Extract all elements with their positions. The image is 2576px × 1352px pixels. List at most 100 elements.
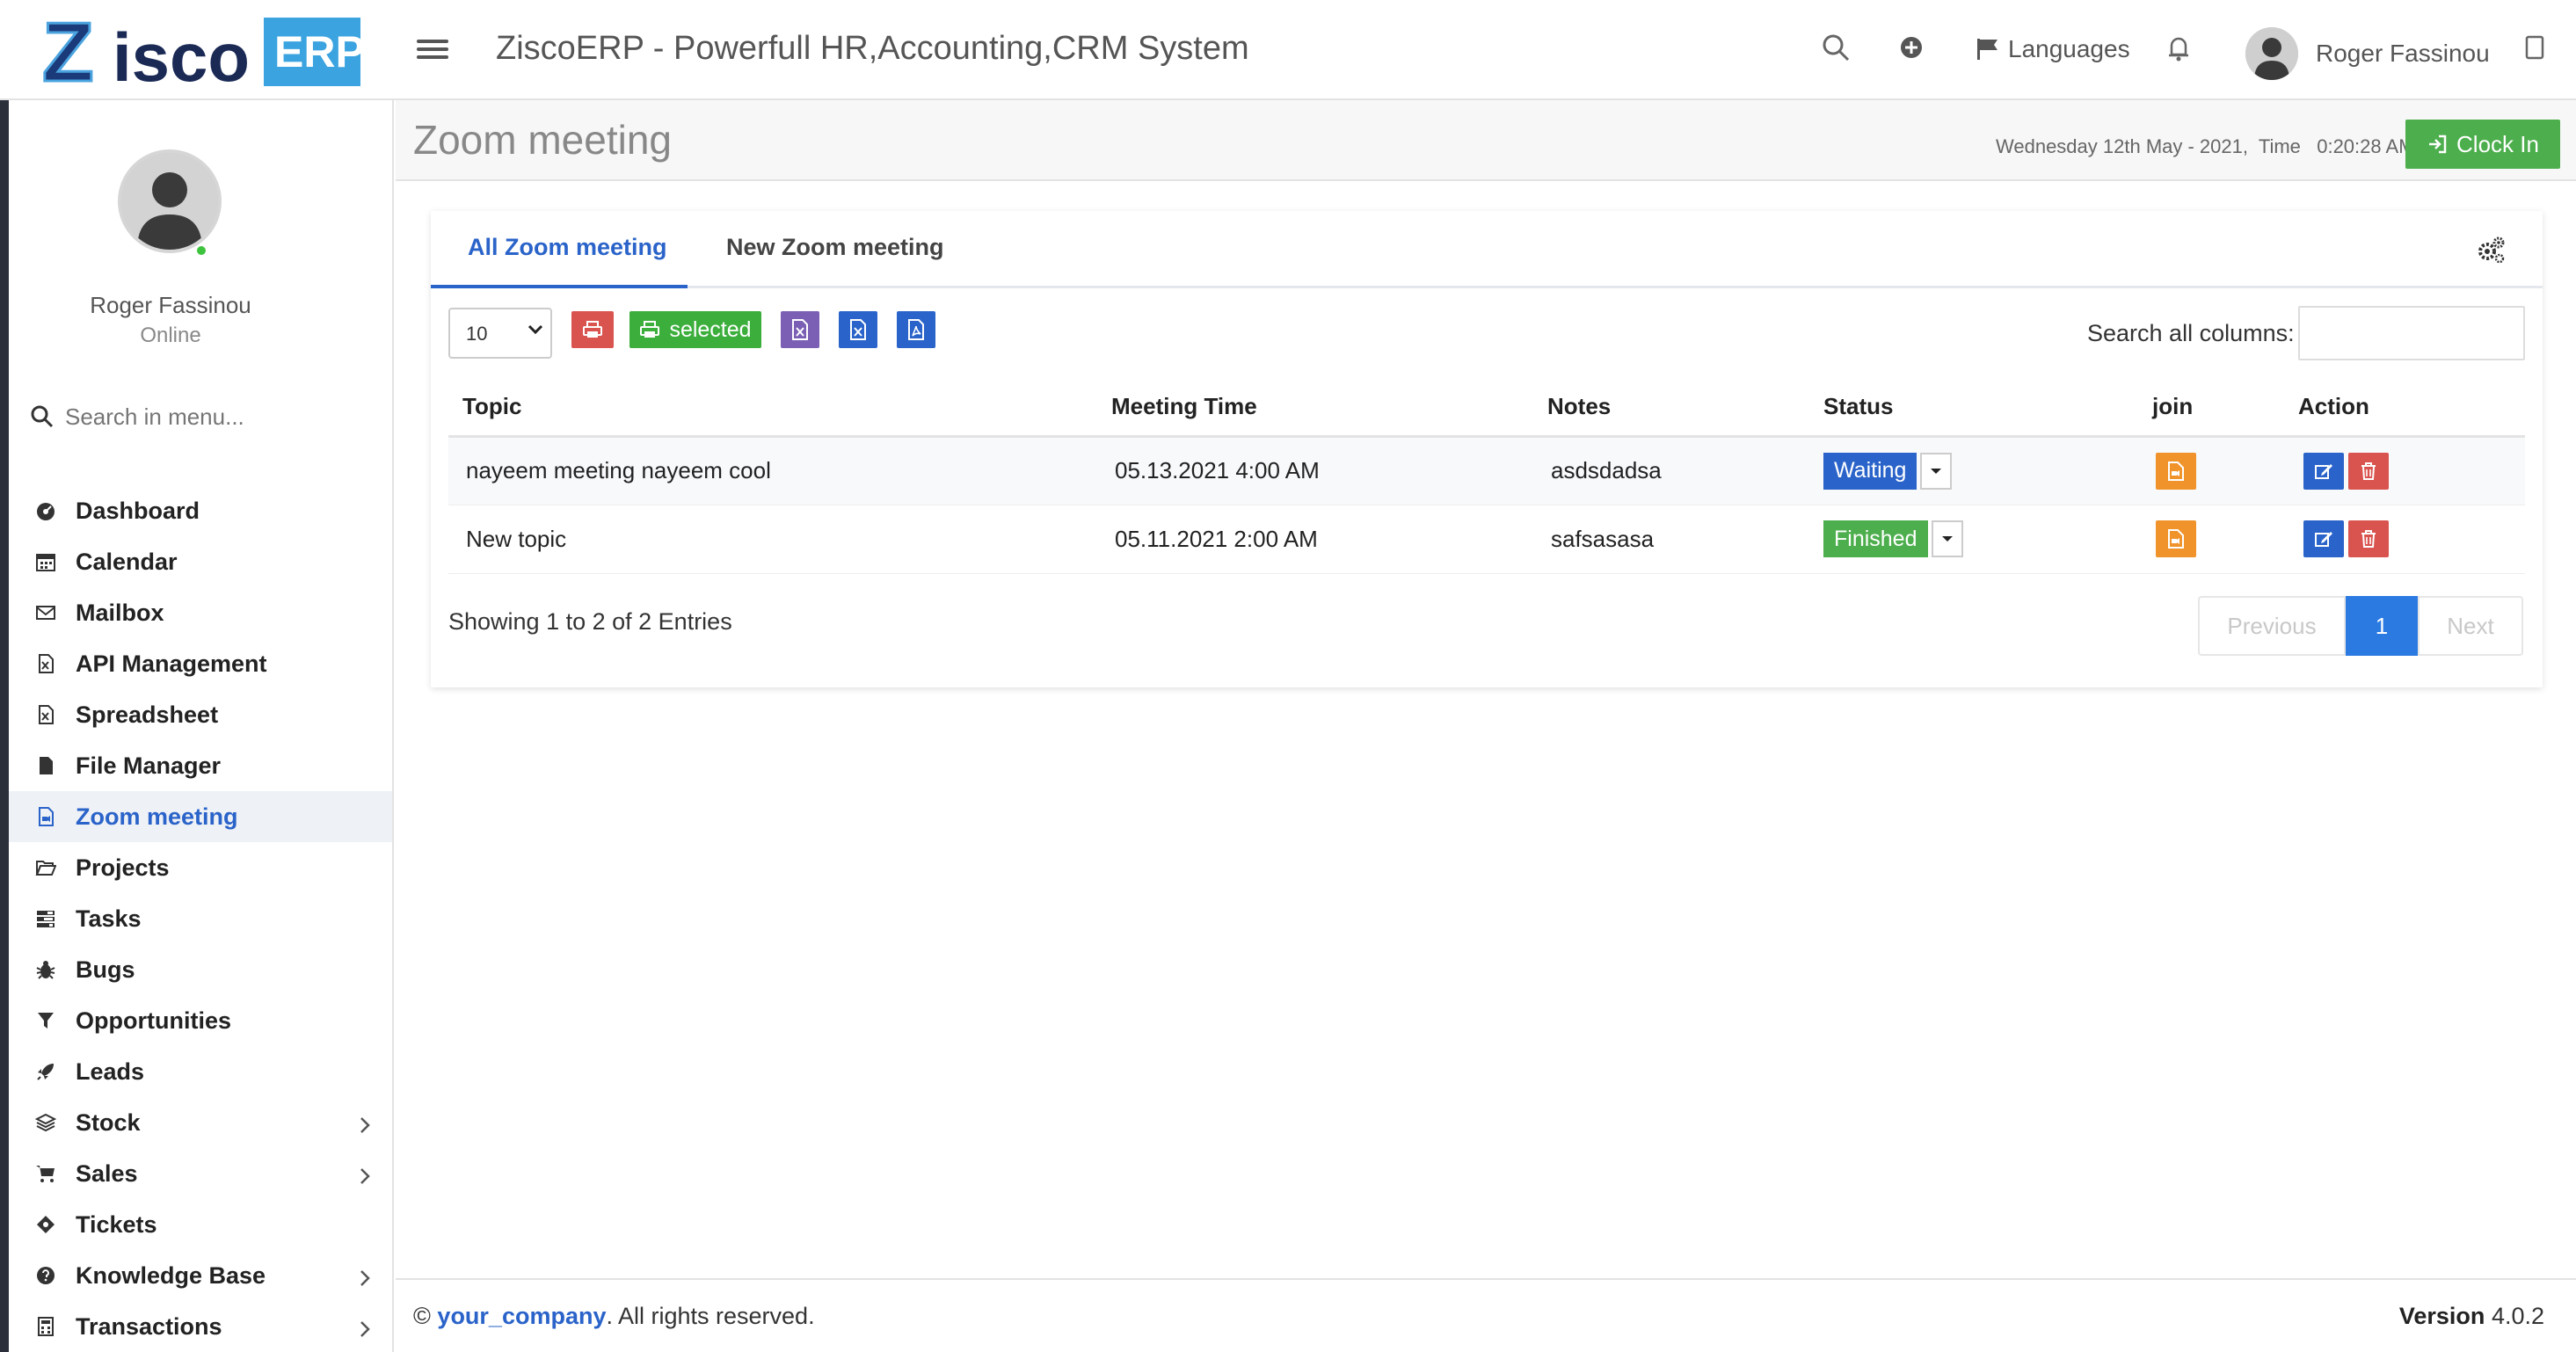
column-header-action[interactable]: Action [2298, 378, 2525, 438]
active-tab-indicator [431, 285, 688, 288]
calculator-icon [35, 1316, 56, 1337]
status-dropdown: Finished [1823, 520, 1963, 557]
sidebar-item-api-management[interactable]: API Management [9, 638, 392, 689]
page-size-select[interactable]: 10 [448, 308, 552, 359]
user-menu[interactable]: Roger Fassinou [2245, 26, 2490, 81]
sidebar-item-label: Transactions [76, 1312, 222, 1340]
calendar-icon [35, 551, 56, 572]
sidebar-item-spreadsheet[interactable]: Spreadsheet [9, 689, 392, 740]
menu-search-input[interactable] [65, 403, 346, 431]
pagination-previous[interactable]: Previous [2198, 596, 2346, 656]
tab-new-zoom-meeting[interactable]: New Zoom meeting [726, 234, 944, 261]
footer: © your_company. All rights reserved. Ver… [396, 1278, 2576, 1352]
cell-status: Finished [1823, 505, 2152, 574]
gears-icon[interactable] [2476, 234, 2507, 265]
clock-in-button[interactable]: Clock In [2405, 120, 2560, 169]
sidebar-item-bugs[interactable]: Bugs [9, 944, 392, 995]
svg-text:Z: Z [42, 11, 94, 91]
sidebar-item-leads[interactable]: Leads [9, 1046, 392, 1097]
sidebar-item-tasks[interactable]: Tasks [9, 893, 392, 944]
languages-menu[interactable]: Languages [1975, 32, 2130, 67]
trash-icon [2361, 462, 2376, 480]
envelope-icon [35, 602, 56, 623]
print-button[interactable] [571, 311, 614, 348]
bell-icon[interactable] [2163, 32, 2194, 63]
chevron-right-icon [359, 1268, 371, 1295]
column-header-join[interactable]: join [2152, 378, 2298, 438]
status-button[interactable]: Waiting [1823, 452, 1917, 490]
print-selected-label: selected [669, 316, 752, 342]
pagination: Previous 1 Next [2198, 596, 2523, 656]
question-circle-icon [35, 1265, 56, 1286]
tab-bar: All Zoom meeting New Zoom meeting [431, 211, 2543, 288]
layers-icon [35, 1112, 56, 1133]
footer-copyright: © your_company. All rights reserved. [413, 1303, 815, 1330]
languages-label: Languages [2008, 35, 2130, 62]
sidebar-item-label: Zoom meeting [76, 803, 238, 830]
rocket-icon [35, 1061, 56, 1082]
cell-notes: asdsdadsa [1547, 436, 1823, 505]
column-header-notes[interactable]: Notes [1547, 378, 1823, 438]
sidebar-item-label: Projects [76, 854, 170, 881]
sidebar-item-calendar[interactable]: Calendar [9, 536, 392, 587]
svg-text:ERP: ERP [274, 27, 360, 76]
search-all-columns-input[interactable] [2298, 306, 2525, 360]
sidebar-item-file-manager[interactable]: File Manager [9, 740, 392, 791]
status-button[interactable]: Finished [1823, 520, 1928, 557]
sidebar-item-stock[interactable]: Stock [9, 1097, 392, 1148]
tab-all-zoom-meeting[interactable]: All Zoom meeting [468, 234, 667, 261]
export-pdf-button[interactable] [897, 311, 935, 348]
table-row: nayeem meeting nayeem cool 05.13.2021 4:… [448, 436, 2525, 505]
sidebar-item-label: API Management [76, 650, 267, 677]
sidebar-item-zoom-meeting[interactable]: Zoom meeting [9, 791, 392, 842]
plus-circle-icon[interactable] [1896, 32, 1927, 63]
zoom-meetings-table: Topic Meeting Time Notes Status join Act… [448, 378, 2525, 574]
search-icon [31, 405, 54, 428]
pagination-page-1[interactable]: 1 [2346, 596, 2418, 656]
join-meeting-button[interactable] [2156, 520, 2196, 557]
edit-button[interactable] [2303, 452, 2344, 490]
user-name: Roger Fassinou [2316, 40, 2490, 67]
status-dropdown-toggle[interactable] [1920, 452, 1953, 490]
sidebar-item-opportunities[interactable]: Opportunities [9, 995, 392, 1046]
column-header-meeting-time[interactable]: Meeting Time [1111, 378, 1547, 438]
print-selected-button[interactable]: selected [629, 311, 761, 348]
profile-avatar[interactable] [118, 149, 222, 253]
trash-icon [2361, 530, 2376, 548]
sidebar-toggle-hamburger-icon[interactable] [417, 35, 448, 63]
video-file-icon [2168, 529, 2184, 549]
zisco-erp-logo[interactable]: Z isco ERP [41, 4, 365, 101]
user-avatar [2245, 27, 2298, 80]
sidebar-item-mailbox[interactable]: Mailbox [9, 587, 392, 638]
join-meeting-button[interactable] [2156, 452, 2196, 490]
clock-in-label: Clock In [2456, 130, 2539, 157]
delete-button[interactable] [2348, 452, 2390, 490]
sidebar-item-dashboard[interactable]: Dashboard [9, 485, 392, 536]
excel-file-icon [35, 653, 56, 674]
cell-notes: safsasasa [1547, 505, 1823, 574]
sidebar-item-knowledge-base[interactable]: Knowledge Base [9, 1250, 392, 1301]
sidebar-item-label: Mailbox [76, 599, 164, 626]
sidebar-item-label: Stock [76, 1108, 141, 1136]
status-dropdown: Waiting [1823, 452, 1953, 490]
export-excel-button[interactable] [839, 311, 877, 348]
current-datetime: Wednesday 12th May - 2021, Time 0:20:28 … [1996, 135, 2415, 157]
status-dropdown-toggle[interactable] [1931, 520, 1963, 557]
export-csv-button[interactable] [781, 311, 819, 348]
sidebar-item-tickets[interactable]: Tickets [9, 1199, 392, 1250]
search-icon[interactable] [1820, 32, 1852, 63]
sidebar-item-projects[interactable]: Projects [9, 842, 392, 893]
cell-join [2152, 505, 2298, 574]
sidebar-item-sales[interactable]: Sales [9, 1148, 392, 1199]
pagination-next[interactable]: Next [2418, 596, 2523, 656]
column-header-topic[interactable]: Topic [448, 378, 1111, 438]
column-header-status[interactable]: Status [1823, 378, 2152, 438]
edit-button[interactable] [2303, 520, 2344, 557]
search-all-columns-label: Search all columns: [2087, 320, 2295, 346]
excel-file-icon [850, 319, 866, 340]
sidebar-item-transactions[interactable]: Transactions [9, 1301, 392, 1352]
sidebar-item-label: File Manager [76, 752, 222, 779]
company-link[interactable]: your_company [437, 1303, 606, 1329]
delete-button[interactable] [2348, 520, 2390, 557]
sidebar-panel-toggle-icon[interactable] [2525, 32, 2544, 63]
